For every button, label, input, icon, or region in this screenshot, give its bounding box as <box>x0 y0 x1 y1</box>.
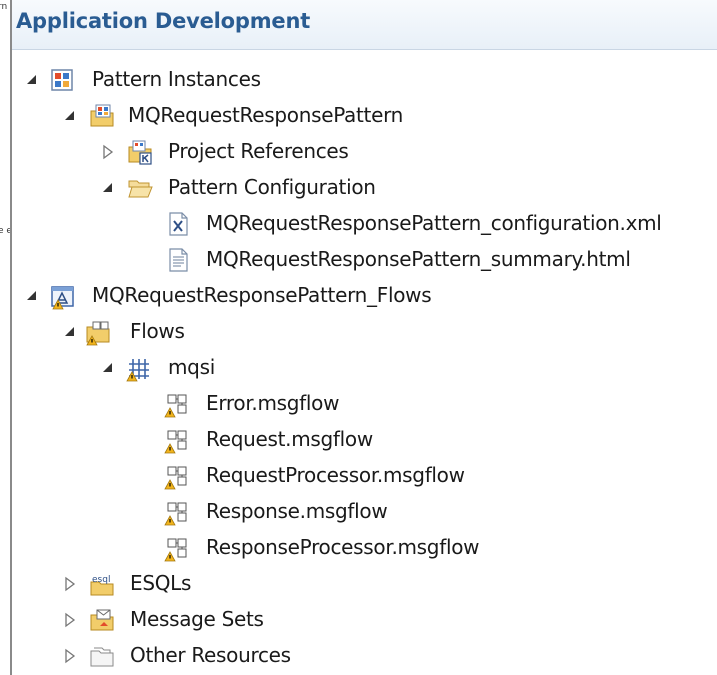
project-references-icon <box>128 140 152 165</box>
collapsed-triangle-icon[interactable] <box>60 574 80 594</box>
left-panel-fragment: e e <box>0 226 12 236</box>
left-panel-fragment: rn <box>0 2 8 12</box>
msgflow-warning-icon <box>164 394 187 418</box>
tree-item-request-msgflow[interactable]: Request.msgflow <box>12 422 717 458</box>
tree-item-label: MQRequestResponsePattern_configuration.x… <box>206 211 662 235</box>
tree-item-label: ResponseProcessor.msgflow <box>206 535 480 559</box>
expanded-triangle-icon[interactable] <box>60 322 80 342</box>
collapsed-triangle-icon[interactable] <box>60 610 80 630</box>
expanded-triangle-icon[interactable] <box>60 106 80 126</box>
tree-item-label: RequestProcessor.msgflow <box>206 463 465 487</box>
tree-item-label: Project References <box>168 139 349 163</box>
tree-item-mq-request-response-pattern[interactable]: MQRequestResponsePattern <box>12 98 717 134</box>
tree-item-label: Pattern Configuration <box>168 175 376 199</box>
project-tree[interactable]: Pattern Instances MQRequestResponsePatte… <box>12 60 717 675</box>
tree-item-response-msgflow[interactable]: Response.msgflow <box>12 494 717 530</box>
tree-item-label: ESQLs <box>130 571 192 595</box>
tree-item-esqls[interactable]: esql ESQLs <box>12 566 717 602</box>
expanded-triangle-icon[interactable] <box>22 286 42 306</box>
msgflow-warning-icon <box>164 466 187 490</box>
tree-item-pattern-configuration[interactable]: Pattern Configuration <box>12 170 717 206</box>
application-project-icon <box>51 286 74 310</box>
tree-item-label: MQRequestResponsePattern_Flows <box>92 283 432 307</box>
msgflow-warning-icon <box>164 538 187 562</box>
view-title: Application Development <box>16 9 311 33</box>
tree-item-configuration-xml[interactable]: MQRequestResponsePattern_configuration.x… <box>12 206 717 242</box>
left-panel-edge: rn e e <box>0 0 12 675</box>
tree-item-other-resources[interactable]: Other Resources <box>12 638 717 674</box>
view-header: Application Development <box>12 0 717 50</box>
tree-item-label: MQRequestResponsePattern <box>128 103 404 127</box>
other-resources-icon <box>90 647 114 667</box>
tree-item-flows-folder[interactable]: Flows <box>12 314 717 350</box>
tree-item-response-processor-msgflow[interactable]: ResponseProcessor.msgflow <box>12 530 717 566</box>
collapsed-triangle-icon[interactable] <box>60 646 80 666</box>
pattern-project-icon <box>90 104 114 127</box>
tree-item-mqsi[interactable]: mqsi <box>12 350 717 386</box>
tree-item-label: Request.msgflow <box>206 427 373 451</box>
expanded-triangle-icon[interactable] <box>98 358 118 378</box>
tree-item-label: Error.msgflow <box>206 391 340 415</box>
folder-open-icon <box>128 180 153 198</box>
tree-item-label: Other Resources <box>130 643 291 667</box>
expanded-triangle-icon[interactable] <box>22 70 42 90</box>
collapsed-triangle-icon[interactable] <box>98 142 118 162</box>
pattern-instances-icon <box>51 69 73 91</box>
tree-item-label: Message Sets <box>130 607 264 631</box>
html-file-icon <box>169 248 188 272</box>
tree-item-label: Pattern Instances <box>92 67 261 91</box>
flows-warning-icon <box>86 321 110 346</box>
tree-item-label: Response.msgflow <box>206 499 388 523</box>
tree-item-error-msgflow[interactable]: Error.msgflow <box>12 386 717 422</box>
tree-item-label: mqsi <box>168 355 215 379</box>
tree-item-label: MQRequestResponsePattern_summary.html <box>206 247 631 271</box>
tree-item-request-processor-msgflow[interactable]: RequestProcessor.msgflow <box>12 458 717 494</box>
tree-item-flows-project[interactable]: MQRequestResponsePattern_Flows <box>12 278 717 314</box>
broker-schema-warning-icon <box>126 359 149 382</box>
svg-text:esql: esql <box>92 575 110 585</box>
msgflow-warning-icon <box>164 502 187 526</box>
xml-file-icon <box>169 212 188 236</box>
message-sets-icon <box>90 609 114 631</box>
esql-icon: esql <box>90 575 114 596</box>
tree-item-pattern-instances[interactable]: Pattern Instances <box>12 62 717 98</box>
tree-item-label: Flows <box>130 319 185 343</box>
msgflow-warning-icon <box>164 430 187 454</box>
expanded-triangle-icon[interactable] <box>98 178 118 198</box>
tree-item-message-sets[interactable]: Message Sets <box>12 602 717 638</box>
tree-item-project-references[interactable]: Project References <box>12 134 717 170</box>
tree-item-summary-html[interactable]: MQRequestResponsePattern_summary.html <box>12 242 717 278</box>
